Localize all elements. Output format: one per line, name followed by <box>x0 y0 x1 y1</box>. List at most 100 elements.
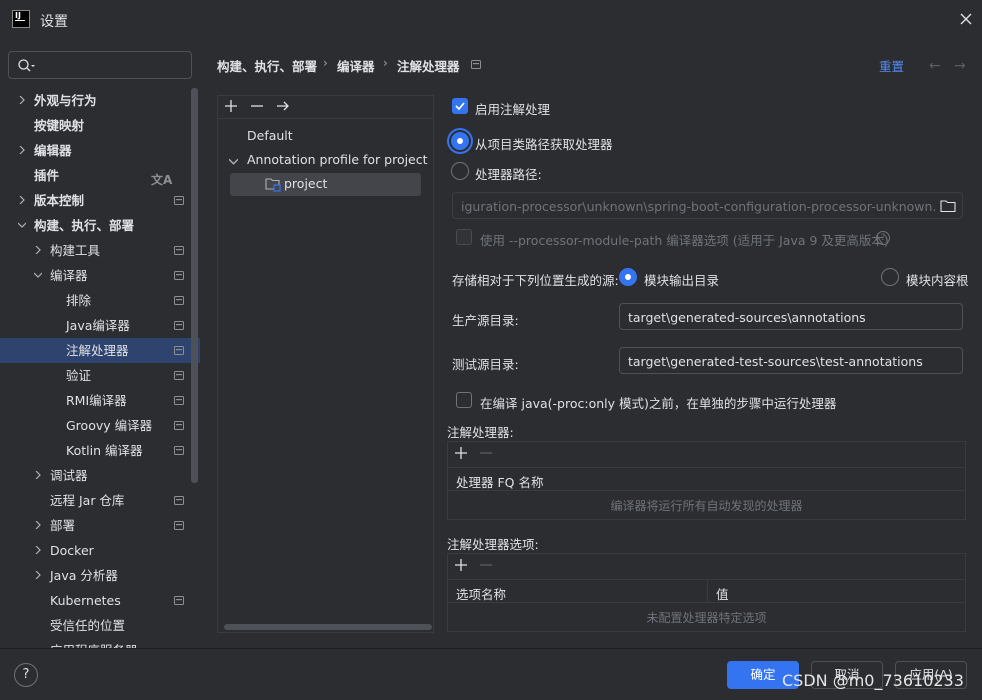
sidebar-item-app-servers[interactable]: 应用程序服务器 <box>0 638 190 648</box>
project-settings-icon <box>174 346 184 355</box>
options-title: 注解处理器选项: <box>447 537 539 552</box>
reset-link[interactable]: 重置 <box>879 56 904 75</box>
module-content-radio[interactable] <box>881 268 899 286</box>
profiles-scrollbar[interactable] <box>224 624 432 630</box>
enable-annotation-label: 启用注解处理 <box>475 102 551 117</box>
chevron-down-icon[interactable] <box>229 157 238 166</box>
sidebar-item-plugins[interactable]: 插件 文A <box>0 163 190 188</box>
sidebar-item-build-tools[interactable]: 构建工具 <box>0 238 190 263</box>
project-settings-icon <box>174 196 184 205</box>
remove-icon[interactable] <box>479 558 493 572</box>
chevron-down-icon <box>34 272 42 278</box>
sidebar-scrollbar[interactable] <box>191 88 198 483</box>
breadcrumb-annotation-processors: 注解处理器 <box>397 59 460 74</box>
search-input[interactable] <box>39 56 187 74</box>
sidebar-item-docker[interactable]: Docker <box>0 538 190 563</box>
sidebar-item-label: 编辑器 <box>34 143 72 158</box>
options-empty-text: 未配置处理器特定选项 <box>646 611 767 625</box>
remove-icon[interactable] <box>479 446 493 460</box>
sidebar-item-label: 插件 <box>34 168 60 183</box>
help-icon[interactable]: ? <box>876 231 890 245</box>
forward-arrow-icon[interactable]: → <box>954 58 966 74</box>
footer-divider <box>0 648 982 649</box>
processors-table: 处理器 FQ 名称 编译器将运行所有自动发现的处理器 <box>447 441 966 520</box>
search-field[interactable] <box>8 51 192 79</box>
sidebar-item-label: 排除 <box>66 293 92 308</box>
module-path-label: 使用 --processor-module-path 编译器选项 (适用于 Ja… <box>480 233 889 248</box>
options-table-header: 选项名称 值 <box>448 579 965 603</box>
sidebar-item-keymap[interactable]: 按键映射 <box>0 113 190 138</box>
project-settings-icon <box>174 446 184 455</box>
chevron-right-icon <box>35 521 41 529</box>
project-settings-icon <box>174 321 184 330</box>
chevron-right-icon <box>35 571 41 579</box>
sidebar-item-validation[interactable]: 验证 <box>0 363 190 388</box>
sidebar-item-trusted-locations[interactable]: 受信任的位置 <box>0 613 190 638</box>
remove-icon[interactable] <box>249 98 265 114</box>
module-path-checkbox[interactable] <box>456 229 472 245</box>
sidebar-item-appearance[interactable]: 外观与行为 <box>0 88 190 113</box>
separate-step-label: 在编译 java(-proc:only 模式)之前，在单独的步骤中运行处理器 <box>480 396 837 411</box>
window-title: 设置 <box>40 14 68 30</box>
move-to-icon[interactable] <box>275 98 291 114</box>
chevron-right-icon <box>35 546 41 554</box>
sidebar-item-compiler[interactable]: 编译器 <box>0 263 190 288</box>
from-classpath-radio[interactable] <box>451 132 469 150</box>
sidebar-item-groovy-compiler[interactable]: Groovy 编译器 <box>0 413 190 438</box>
sidebar-item-annotation-processors[interactable]: 注解处理器 <box>0 338 200 363</box>
project-settings-icon <box>174 596 184 605</box>
sidebar-item-debugger[interactable]: 调试器 <box>0 463 190 488</box>
sidebar-item-label: 版本控制 <box>34 193 85 208</box>
add-icon[interactable] <box>454 558 468 572</box>
sidebar-item-label: 远程 Jar 仓库 <box>50 493 125 508</box>
project-settings-icon <box>174 421 184 430</box>
add-icon[interactable] <box>223 98 239 114</box>
separate-step-checkbox[interactable] <box>456 392 472 408</box>
sidebar-item-java-compiler[interactable]: Java编译器 <box>0 313 190 338</box>
store-relative-label: 存储相对于下列位置生成的源: <box>452 273 619 288</box>
folder-icon[interactable] <box>940 199 956 213</box>
sidebar-item-remote-jar[interactable]: 远程 Jar 仓库 <box>0 488 190 513</box>
help-button[interactable]: ? <box>14 663 38 687</box>
sidebar-item-label: 注解处理器 <box>66 343 129 358</box>
profile-project[interactable]: Annotation profile for project <box>247 148 428 172</box>
project-settings-icon <box>174 246 184 255</box>
profile-default[interactable]: Default <box>247 124 293 148</box>
sidebar-item-editor[interactable]: 编辑器 <box>0 138 190 163</box>
check-icon <box>455 102 465 111</box>
close-icon[interactable] <box>957 10 975 28</box>
production-dir-input[interactable] <box>628 308 954 326</box>
enable-annotation-checkbox[interactable] <box>452 98 468 114</box>
title-bar: IJ 设置 <box>0 0 982 40</box>
processor-path-radio[interactable] <box>451 162 469 180</box>
sidebar-item-rmi-compiler[interactable]: RMI编译器 <box>0 388 190 413</box>
processors-table-header: 处理器 FQ 名称 <box>448 467 965 491</box>
sidebar-item-kotlin-compiler[interactable]: Kotlin 编译器 <box>0 438 190 463</box>
sidebar-item-label: 验证 <box>66 368 92 383</box>
production-dir-field[interactable] <box>619 303 963 330</box>
project-settings-icon <box>174 521 184 530</box>
sidebar-item-deployment[interactable]: 部署 <box>0 513 190 538</box>
sidebar-item-java-profiler[interactable]: Java 分析器 <box>0 563 190 588</box>
processor-path-field[interactable] <box>452 192 963 219</box>
test-dir-field[interactable] <box>619 347 963 374</box>
sidebar-item-label: Docker <box>50 543 94 558</box>
processor-path-input[interactable] <box>461 197 935 215</box>
sidebar-item-label: Groovy 编译器 <box>66 418 153 433</box>
chevron-right-icon <box>19 196 25 204</box>
sidebar-item-vcs[interactable]: 版本控制 <box>0 188 190 213</box>
back-arrow-icon[interactable]: ← <box>929 58 941 74</box>
module-output-radio[interactable] <box>619 268 637 286</box>
from-classpath-label: 从项目类路径获取处理器 <box>475 137 613 152</box>
test-dir-input[interactable] <box>628 352 954 370</box>
sidebar-item-excludes[interactable]: 排除 <box>0 288 190 313</box>
chevron-down-icon <box>18 222 26 228</box>
profile-module-label: project <box>284 176 328 191</box>
add-icon[interactable] <box>454 446 468 460</box>
sidebar-item-build[interactable]: 构建、执行、部署 <box>0 213 190 238</box>
sidebar-item-label: Kotlin 编译器 <box>66 443 143 458</box>
processors-empty-text: 编译器将运行所有自动发现的处理器 <box>610 499 803 513</box>
sidebar-item-label: Java 分析器 <box>50 568 118 583</box>
sidebar-item-kubernetes[interactable]: Kubernetes <box>0 588 190 613</box>
chevron-right-icon <box>19 96 25 104</box>
